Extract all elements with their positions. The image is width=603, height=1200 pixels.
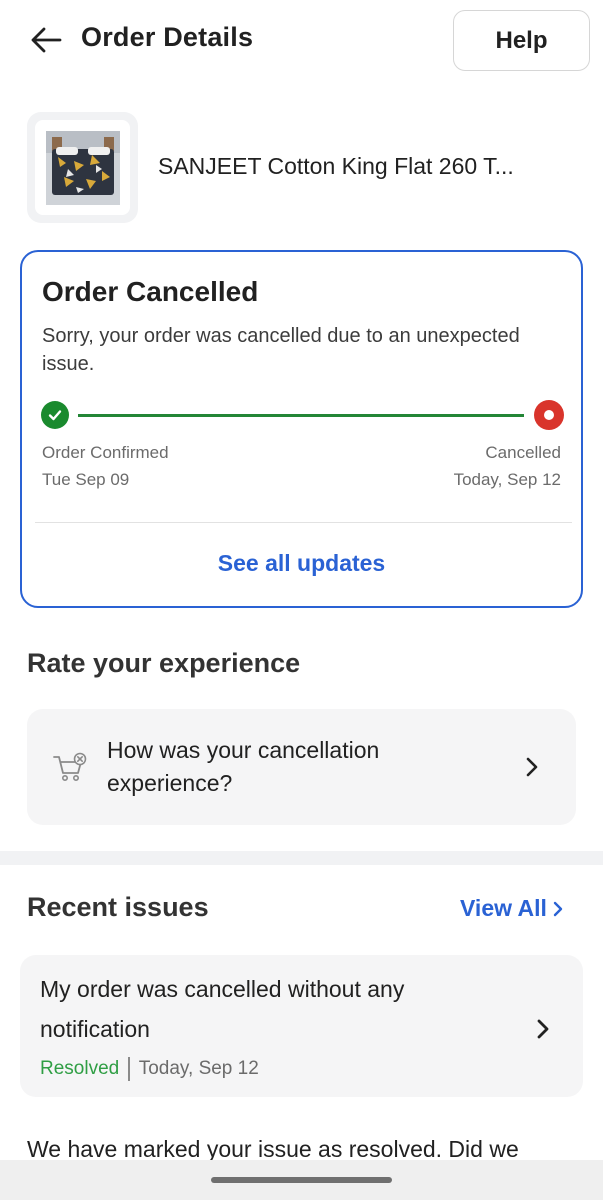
issue-status: Resolved — [40, 1058, 120, 1079]
help-button[interactable]: Help — [453, 10, 590, 71]
chevron-right-icon — [526, 757, 538, 777]
view-all-label: View All — [460, 895, 547, 921]
timeline-start-label: Order Confirmed — [42, 443, 169, 462]
rate-section-heading: Rate your experience — [27, 648, 301, 678]
chevron-right-icon — [537, 1019, 549, 1039]
product-image — [45, 130, 120, 205]
resolved-feedback-message: We have marked your issue as resolved. D… — [27, 1136, 519, 1162]
product-thumbnail[interactable] — [27, 112, 138, 223]
cancelled-status-icon — [534, 400, 564, 430]
cart-cancel-icon — [53, 752, 87, 781]
rate-cancellation-card[interactable]: How was your cancellation experience? — [27, 709, 576, 825]
timeline-progress-line — [78, 414, 524, 417]
issue-card[interactable]: My order was cancelled without any notif… — [20, 955, 583, 1097]
timeline-end-date: Today, Sep 12 — [453, 470, 561, 489]
status-title: Order Cancelled — [42, 276, 259, 307]
page-title: Order Details — [81, 22, 254, 52]
chevron-right-icon — [553, 901, 563, 916]
issue-date: Today, Sep 12 — [138, 1058, 259, 1079]
card-divider — [35, 522, 572, 523]
meta-separator — [128, 1057, 130, 1081]
see-all-updates-link[interactable]: See all updates — [22, 550, 581, 577]
view-all-link[interactable]: View All — [460, 895, 563, 922]
product-title[interactable]: SANJEET Cotton King Flat 260 T... — [158, 153, 514, 180]
timeline-end-label: Cancelled — [485, 443, 561, 462]
order-status-card: Order Cancelled Sorry, your order was ca… — [20, 250, 583, 608]
header-bar: Order Details Help — [0, 0, 603, 84]
issue-meta: Resolved Today, Sep 12 — [40, 1057, 259, 1081]
section-divider — [0, 851, 603, 865]
recent-issues-heading: Recent issues — [27, 892, 209, 922]
back-arrow-icon[interactable] — [28, 24, 64, 56]
confirmed-check-icon — [41, 401, 69, 429]
system-navigation-bar — [0, 1160, 603, 1200]
issue-text: My order was cancelled without any notif… — [40, 976, 405, 1042]
home-indicator[interactable] — [211, 1177, 392, 1183]
rate-question: How was your cancellation experience? — [107, 737, 380, 796]
status-message: Sorry, your order was cancelled due to a… — [42, 325, 520, 375]
timeline-start-date: Tue Sep 09 — [42, 470, 130, 489]
